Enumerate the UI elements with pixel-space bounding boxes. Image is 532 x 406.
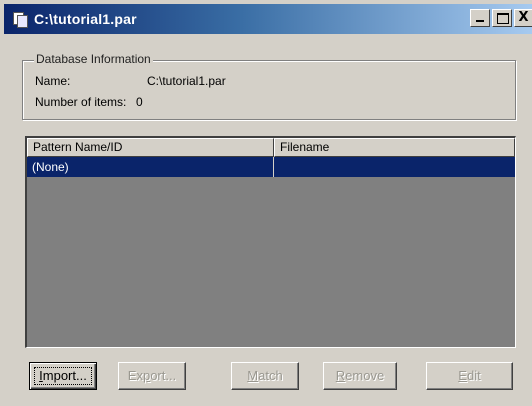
remove-button[interactable]: Remove <box>323 362 397 390</box>
remove-mnemonic: R <box>335 368 346 383</box>
close-icon: X <box>518 10 529 25</box>
pattern-list[interactable]: Pattern Name/ID Filename (None) <box>25 136 516 348</box>
cell-filename <box>274 157 515 177</box>
column-header-pattern-name[interactable]: Pattern Name/ID <box>27 138 274 157</box>
remove-label: emove <box>345 368 385 383</box>
edit-label: dit <box>466 368 481 383</box>
name-label: Name: <box>35 74 71 88</box>
items-count-label: Number of items: <box>35 95 127 109</box>
focus-rect <box>34 367 92 385</box>
column-header-filename[interactable]: Filename <box>274 138 515 157</box>
edit-button[interactable]: Edit <box>426 362 513 390</box>
maximize-button[interactable] <box>492 9 512 27</box>
list-header: Pattern Name/ID Filename <box>27 138 515 157</box>
list-item[interactable]: (None) <box>27 157 515 177</box>
match-mnemonic: M <box>247 368 259 383</box>
parameter-database-window: C:\tutorial1.par X Database Information … <box>0 0 532 406</box>
export-label: ort... <box>150 368 177 383</box>
import-button[interactable]: Import... <box>29 362 97 390</box>
window-controls: X <box>470 9 532 27</box>
match-label: atch <box>258 368 283 383</box>
name-value: C:\tutorial1.par <box>147 74 226 88</box>
maximize-icon <box>497 13 509 24</box>
edit-mnemonic: E <box>458 368 467 383</box>
export-button[interactable]: Export... <box>118 362 186 390</box>
database-info-group <box>22 60 516 120</box>
minimize-button[interactable] <box>470 9 490 27</box>
match-button[interactable]: Match <box>231 362 299 390</box>
title-bar[interactable]: C:\tutorial1.par X <box>4 4 532 34</box>
minimize-icon <box>476 20 484 22</box>
database-info-legend: Database Information <box>34 52 153 66</box>
database-app-icon[interactable] <box>12 11 28 28</box>
items-count-value: 0 <box>136 95 143 109</box>
cell-pattern-name: (None) <box>27 157 274 177</box>
window-title: C:\tutorial1.par <box>34 11 137 27</box>
close-button[interactable]: X <box>514 9 532 27</box>
export-label-pre: Ex <box>127 368 143 383</box>
